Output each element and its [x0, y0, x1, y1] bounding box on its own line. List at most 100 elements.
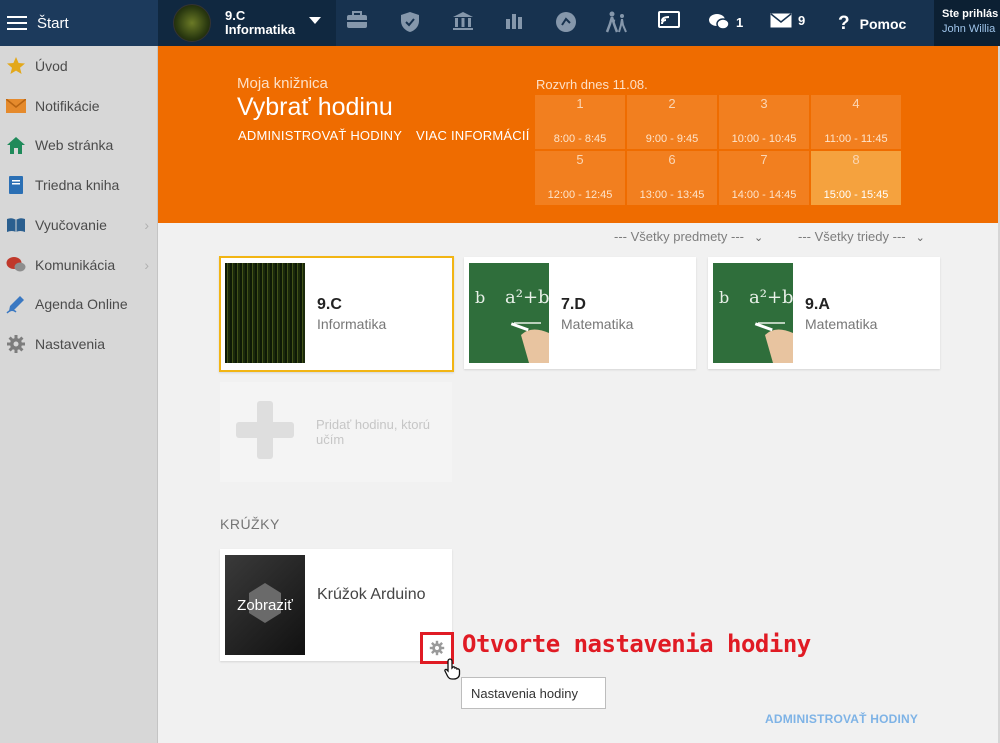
slot-number: 4	[852, 96, 860, 111]
cast-icon[interactable]	[657, 11, 681, 35]
caret-down-icon	[309, 17, 321, 24]
sidebar-item-agenda-online[interactable]: Agenda Online	[0, 286, 157, 322]
add-lesson-card[interactable]: Pridať hodinu, ktorú učím	[220, 382, 452, 482]
chevron-down-icon: ⌄	[754, 232, 764, 244]
sidebar-item-label: Úvod	[35, 58, 68, 74]
sidebar-item-label: Notifikácie	[35, 98, 100, 114]
slot-time: 12:00 - 12:45	[547, 189, 613, 201]
chart-icon[interactable]	[502, 11, 526, 35]
slot-number: 7	[760, 152, 768, 167]
show-label: Zobraziť	[237, 596, 293, 614]
slot-time: 9:00 - 9:45	[645, 133, 699, 145]
lesson-thumbnail	[225, 263, 305, 363]
chevron-down-icon: ⌄	[915, 232, 925, 244]
lesson-card[interactable]: b a²+b² 7.D Matematika	[464, 257, 696, 369]
schedule-slot[interactable]: 5 12:00 - 12:45	[535, 151, 625, 205]
subject-filter-value: --- Všetky predmety ---	[614, 229, 745, 244]
svg-text:b: b	[719, 288, 729, 307]
lesson-card[interactable]: 9.C Informatika	[219, 256, 454, 372]
sidebar-item-vyucovanie[interactable]: Vyučovanie ›	[0, 207, 157, 243]
star-icon	[6, 56, 26, 76]
messages-count: 9	[798, 13, 806, 28]
help-label: Pomoc	[859, 16, 907, 32]
question-mark-icon: ?	[838, 13, 850, 34]
club-name: Krúžok Arduino	[317, 586, 426, 603]
sidebar-item-web-stranka[interactable]: Web stránka	[0, 127, 157, 163]
add-lesson-label: Pridať hodinu, ktorú učím	[316, 417, 430, 447]
main-content: Moja knižnica Vybrať hodinu ADMINISTROVA…	[158, 46, 998, 743]
lesson-card[interactable]: b a²+b² 9.A Matematika	[708, 257, 940, 369]
shield-icon[interactable]	[398, 11, 422, 35]
sidebar-item-triedna-kniha[interactable]: Triedna kniha	[0, 167, 157, 203]
schedule-slot[interactable]: 1 8:00 - 8:45	[535, 95, 625, 149]
schedule-slot[interactable]: 7 14:00 - 14:45	[719, 151, 809, 205]
class-filter-select[interactable]: --- Všetky triedy --- ⌄	[798, 229, 925, 244]
club-thumbnail[interactable]: Zobraziť	[225, 555, 305, 655]
svg-text:b: b	[475, 288, 485, 307]
envelope-icon	[770, 13, 792, 28]
walking-people-icon[interactable]	[605, 11, 629, 35]
top-bar: Štart 9.C Informatika 1 9 ? Pomoc Ste pr…	[0, 0, 1000, 46]
slot-number: 8	[852, 152, 860, 167]
hamburger-icon	[7, 15, 27, 31]
logged-in-label: Ste prihlás	[942, 8, 999, 20]
sidebar-item-komunikacia[interactable]: Komunikácia ›	[0, 247, 157, 283]
sidebar-item-uvod[interactable]: Úvod	[0, 48, 157, 84]
subject-filter-select[interactable]: --- Všetky predmety --- ⌄	[614, 229, 763, 244]
lesson-class: 9.C	[317, 296, 342, 313]
schedule-slot-current[interactable]: 8 15:00 - 15:45	[811, 151, 901, 205]
slot-time: 14:00 - 14:45	[731, 189, 797, 201]
messages-button[interactable]: 9	[770, 13, 805, 28]
admin-lessons-bottom-link[interactable]: ADMINISTROVAŤ HODINY	[765, 712, 918, 726]
slot-number: 2	[668, 96, 676, 111]
annotation-text: Otvorte nastavenia hodiny	[462, 630, 811, 658]
help-button[interactable]: ? Pomoc	[838, 13, 906, 35]
sidebar-item-label: Vyučovanie	[35, 217, 107, 233]
lesson-thumbnail: b a²+b²	[713, 263, 793, 363]
chevron-right-icon: ›	[144, 257, 149, 273]
lesson-class: 9.A	[805, 296, 830, 313]
sidebar-item-nastavenia[interactable]: Nastavenia	[0, 326, 157, 362]
page-title: Vybrať hodinu	[237, 93, 393, 121]
schedule-slot[interactable]: 2 9:00 - 9:45	[627, 95, 717, 149]
sidebar-item-label: Web stránka	[35, 137, 114, 153]
schedule-title: Rozvrh dnes 11.08.	[536, 77, 648, 92]
user-menu[interactable]: Ste prihlás John Willia	[934, 0, 1000, 46]
lesson-subject: Informatika	[317, 316, 387, 332]
comments-count: 1	[736, 14, 744, 30]
lesson-class: 7.D	[561, 296, 586, 313]
class-name: 9.C	[225, 8, 246, 23]
briefcase-icon[interactable]	[345, 11, 369, 35]
sidebar-item-label: Agenda Online	[35, 296, 128, 312]
lesson-thumbnail: b a²+b²	[469, 263, 549, 363]
gauge-icon[interactable]	[554, 11, 578, 35]
sidebar-item-notifikacie[interactable]: Notifikácie	[0, 88, 157, 124]
slot-time: 8:00 - 8:45	[553, 133, 607, 145]
sidebar-item-label: Nastavenia	[35, 336, 106, 352]
slot-time: 11:00 - 11:45	[824, 133, 888, 145]
sidebar: Úvod Notifikácie Web stránka Triedna kni…	[0, 46, 158, 743]
class-thumbnail	[173, 4, 211, 42]
class-subject: Informatika	[225, 22, 296, 37]
comments-button[interactable]: 1	[708, 13, 743, 31]
chevron-right-icon: ›	[144, 217, 149, 233]
chat-bubbles-icon	[709, 14, 730, 30]
pen-icon	[6, 294, 26, 314]
institution-icon[interactable]	[451, 11, 475, 35]
more-info-link[interactable]: VIAC INFORMÁCIÍ	[416, 128, 530, 143]
slot-time: 15:00 - 15:45	[823, 189, 889, 201]
envelope-icon	[6, 96, 26, 116]
class-filter-value: --- Všetky triedy ---	[798, 229, 906, 244]
lesson-subject: Matematika	[805, 316, 878, 332]
slot-time: 10:00 - 10:45	[731, 133, 797, 145]
banner: Moja knižnica Vybrať hodinu ADMINISTROVA…	[158, 46, 998, 223]
class-selector[interactable]: 9.C Informatika	[158, 0, 336, 46]
slot-number: 6	[668, 152, 676, 167]
home-icon	[6, 135, 26, 155]
schedule-slot[interactable]: 3 10:00 - 10:45	[719, 95, 809, 149]
start-menu-button[interactable]: Štart	[0, 0, 158, 46]
schedule-slot[interactable]: 4 11:00 - 11:45	[811, 95, 901, 149]
schedule-slot[interactable]: 6 13:00 - 13:45	[627, 151, 717, 205]
club-card[interactable]: Zobraziť Krúžok Arduino	[220, 549, 452, 661]
admin-lessons-link[interactable]: ADMINISTROVAŤ HODINY	[238, 128, 402, 143]
